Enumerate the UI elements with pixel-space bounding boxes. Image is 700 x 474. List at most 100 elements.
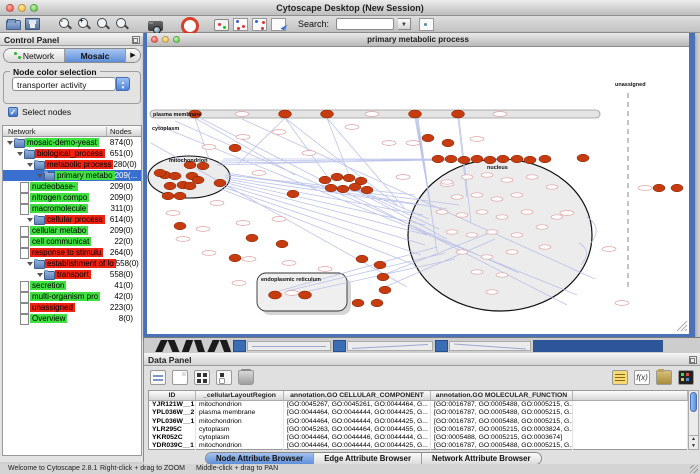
zoom-selected-icon[interactable] <box>115 17 130 31</box>
table-row[interactable]: YKR052Ccytoplasm[GO:0044464, GO:0044446,… <box>149 434 688 442</box>
attribute-list-icon[interactable] <box>612 370 628 385</box>
tree-row[interactable]: biological_process651(0) <box>3 148 141 159</box>
tree-row[interactable]: response to stimulu264(0) <box>3 247 141 258</box>
tab-mosaic[interactable]: Mosaic <box>65 49 126 62</box>
tree-row[interactable]: Overview8(0) <box>3 313 141 324</box>
control-panel-tabs: Network Mosaic ▶ <box>3 48 141 63</box>
tree-row-selected[interactable]: primary metabo209(... <box>3 170 141 181</box>
background-window-titlebar[interactable] <box>333 340 346 352</box>
background-windows-strip[interactable] <box>144 337 700 353</box>
background-window-titlebar[interactable] <box>233 340 246 352</box>
background-window-titlebar[interactable] <box>435 340 448 352</box>
network-window-titlebar[interactable]: primary metabolic process <box>147 33 689 47</box>
help-lifering-icon[interactable] <box>181 17 196 31</box>
graphics-details-icon[interactable] <box>214 19 229 31</box>
zoom-out-icon[interactable]: - <box>58 17 73 31</box>
delete-attribute-trash-icon[interactable] <box>238 370 254 385</box>
folder-icon <box>14 138 25 147</box>
network-canvas[interactable]: plasma membrane cytoplasm mitochondrion … <box>147 47 689 333</box>
folder-icon <box>24 149 35 158</box>
search-dropdown-button[interactable]: ▼ <box>398 18 411 30</box>
status-pan-hint: Middle-click + drag to PAN <box>196 465 278 472</box>
snapshot-camera-icon[interactable] <box>148 21 163 31</box>
table-row[interactable]: YLR295Ccytoplasm[GO:0045263, GO:0044464,… <box>149 426 688 434</box>
label-cytoplasm: cytoplasm <box>152 126 179 132</box>
background-window-titlebar[interactable] <box>533 340 663 352</box>
table-row[interactable]: YPL036W__2plasma membrane[GO:0044464, GO… <box>149 409 688 417</box>
app-titlebar[interactable]: Cytoscape Desktop (New Session) <box>0 0 700 16</box>
scrollbar-thumb[interactable] <box>690 392 697 412</box>
control-panel: Control Panel Network Mosaic ▶ Node colo… <box>0 33 144 462</box>
tree-row[interactable]: cellular process614(0) <box>3 214 141 225</box>
tree-row[interactable]: metabolic process280(0) <box>3 159 141 170</box>
dropdown-stepper-icon[interactable]: ▲▼ <box>116 77 130 91</box>
tab-overflow-arrow[interactable]: ▶ <box>126 49 140 62</box>
control-panel-header: Control Panel <box>0 33 143 46</box>
attribute-table-icon[interactable] <box>150 370 166 385</box>
new-attribute-icon[interactable] <box>172 370 188 385</box>
layout-b-icon[interactable] <box>252 18 267 31</box>
status-zoom-hint: Right-click + drag to ZOOM <box>100 465 185 472</box>
canvas-resize-grip[interactable] <box>677 321 687 331</box>
tree-row[interactable]: cell communicat22(0) <box>3 236 141 247</box>
column-header-molecular-function[interactable]: annotation.GO MOLECULAR_FUNCTION <box>431 391 573 400</box>
vizmapper-form-icon[interactable] <box>271 18 286 31</box>
tree-column-nodes[interactable]: Nodes <box>107 127 141 136</box>
column-header-cellular-component[interactable]: annotation.GO CELLULAR_COMPONENT <box>284 391 431 400</box>
file-icon <box>19 182 30 191</box>
search-input[interactable] <box>336 18 394 30</box>
scrollbar-arrows[interactable]: ▲ ▼ <box>689 435 698 449</box>
search-options-icon[interactable] <box>419 18 434 31</box>
tree-row[interactable]: cellular metabo209(0) <box>3 225 141 236</box>
tree-row[interactable]: establishment of lo558(0) <box>3 258 141 269</box>
table-scrollbar[interactable]: ▲ ▼ <box>688 390 699 450</box>
attribute-table: ID _cellularLayoutRegion annotation.GO C… <box>148 390 689 450</box>
window-resize-grip[interactable] <box>690 465 698 473</box>
tree-row[interactable]: unassigned223(0) <box>3 302 141 313</box>
layout-a-icon[interactable] <box>233 18 248 31</box>
tree-column-network[interactable]: Network <box>3 127 107 136</box>
select-nodes-label: Select nodes <box>22 107 71 117</box>
data-panel-header: Data Panel <box>144 353 700 366</box>
cytoscape-app-window: Cytoscape Desktop (New Session) - + <box>0 0 700 474</box>
network-view-window: primary metabolic process <box>144 33 695 337</box>
select-nodes-row: ✓ Select nodes <box>8 107 71 117</box>
file-icon <box>19 292 30 301</box>
select-nodes-checkbox[interactable]: ✓ <box>8 107 18 117</box>
table-row[interactable]: YJR121W__1mitochondrion[GO:0045267, GO:0… <box>149 401 688 409</box>
file-icon <box>19 226 30 235</box>
table-row[interactable]: YDR039C__1mitochondrion[GO:0044464, GO:0… <box>149 442 688 450</box>
formula-fx-icon[interactable]: f(x) <box>634 370 650 385</box>
select-attributes-icon[interactable] <box>194 370 210 385</box>
import-attributes-folder-icon[interactable] <box>656 370 672 385</box>
tab-network[interactable]: Network <box>4 49 65 62</box>
unselect-attributes-icon[interactable] <box>216 370 232 385</box>
node-color-dropdown[interactable]: transporter activity <box>12 77 116 91</box>
tree-row[interactable]: mosaic-demo-yeast874(0) <box>3 137 141 148</box>
file-icon <box>19 193 30 202</box>
tab-edge-attribute-browser[interactable]: Edge Attribute Browser <box>314 453 422 464</box>
tab-node-attribute-browser[interactable]: Node Attribute Browser <box>206 453 314 464</box>
tab-network-attribute-browser[interactable]: Network Attribute Browser <box>422 453 541 464</box>
tree-row[interactable]: multi-organism pro42(0) <box>3 291 141 302</box>
tree-row[interactable]: macromolecule311(0) <box>3 203 141 214</box>
zoom-in-icon[interactable]: + <box>77 17 92 31</box>
column-header-id[interactable]: ID <box>149 391 196 400</box>
attribute-table-header: ID _cellularLayoutRegion annotation.GO C… <box>149 391 688 401</box>
tree-row[interactable]: nitrogen compo209(0) <box>3 192 141 203</box>
file-icon <box>19 314 30 323</box>
data-panel: Data Panel f(x) ID _cellularLayoutRegion… <box>144 353 700 464</box>
float-panel-icon[interactable] <box>132 36 140 44</box>
tree-row[interactable]: secretion41(0) <box>3 280 141 291</box>
tree-row[interactable]: transport558(0) <box>3 269 141 280</box>
folder-icon <box>44 171 55 180</box>
attribute-matrix-icon[interactable] <box>678 370 694 385</box>
float-panel-icon[interactable] <box>689 356 697 364</box>
column-header-region[interactable]: _cellularLayoutRegion <box>196 391 284 400</box>
open-file-icon[interactable] <box>6 20 21 30</box>
data-panel-toolbar: f(x) <box>144 366 700 389</box>
zoom-fit-icon[interactable] <box>96 17 111 31</box>
table-row[interactable]: YPL036W__1mitochondrion[GO:0044464, GO:0… <box>149 418 688 426</box>
save-session-icon[interactable] <box>25 18 40 30</box>
tree-row[interactable]: nucleobase-209(0) <box>3 181 141 192</box>
